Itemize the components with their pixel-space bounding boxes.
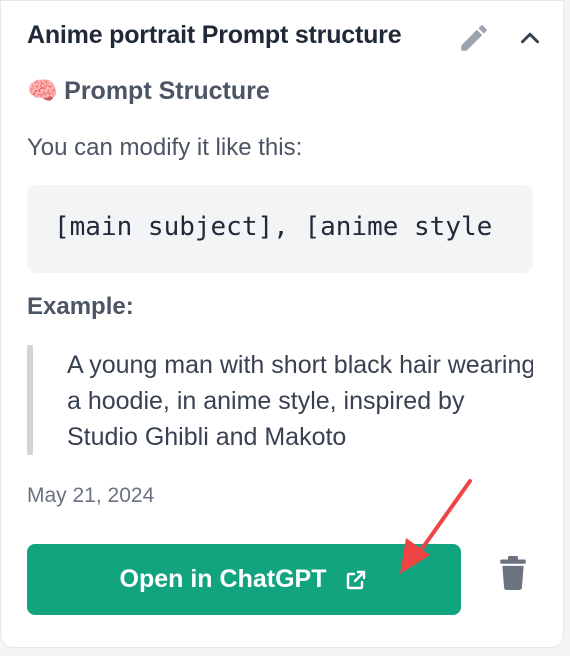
example-label: Example: — [27, 293, 134, 320]
intro-text: You can modify it like this: — [27, 134, 303, 161]
code-block: [main subject], [anime style — [27, 185, 533, 273]
code-text: [main subject], [anime style — [54, 212, 493, 242]
trash-icon[interactable] — [498, 556, 528, 590]
open-in-chatgpt-button[interactable]: Open in ChatGPT — [27, 544, 461, 615]
prompt-card: Anime portrait Prompt structure 🧠 Prompt … — [0, 0, 564, 648]
example-quote: A young man with short black hair wearin… — [27, 345, 533, 455]
date-label: May 21, 2024 — [27, 484, 155, 507]
pencil-icon[interactable] — [457, 21, 491, 55]
section-heading-label: Prompt Structure — [64, 77, 270, 105]
external-link-icon — [347, 570, 366, 589]
card-title: Anime portrait Prompt structure — [27, 21, 402, 49]
open-button-label: Open in ChatGPT — [119, 565, 327, 593]
brain-icon: 🧠 — [27, 77, 59, 105]
section-heading: 🧠 Prompt Structure — [27, 77, 270, 106]
chevron-up-icon[interactable] — [515, 23, 545, 53]
example-quote-text: A young man with short black hair wearin… — [67, 351, 533, 451]
